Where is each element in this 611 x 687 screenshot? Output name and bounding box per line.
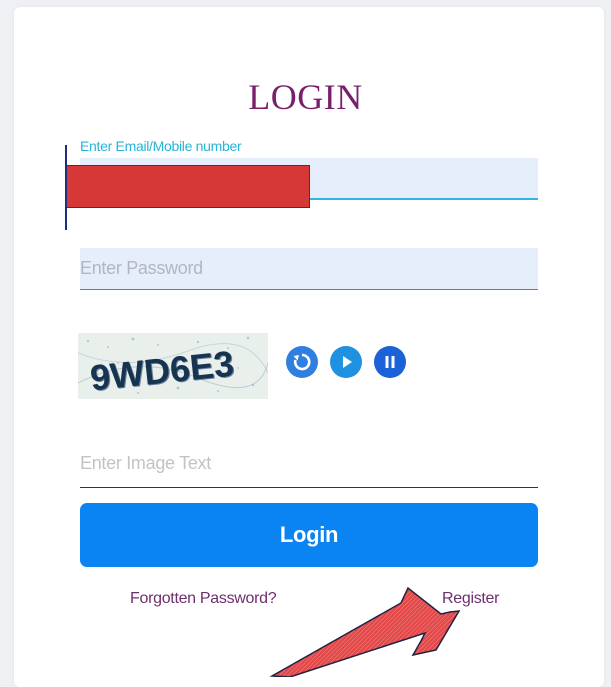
annotation-arrow: [269, 586, 461, 677]
